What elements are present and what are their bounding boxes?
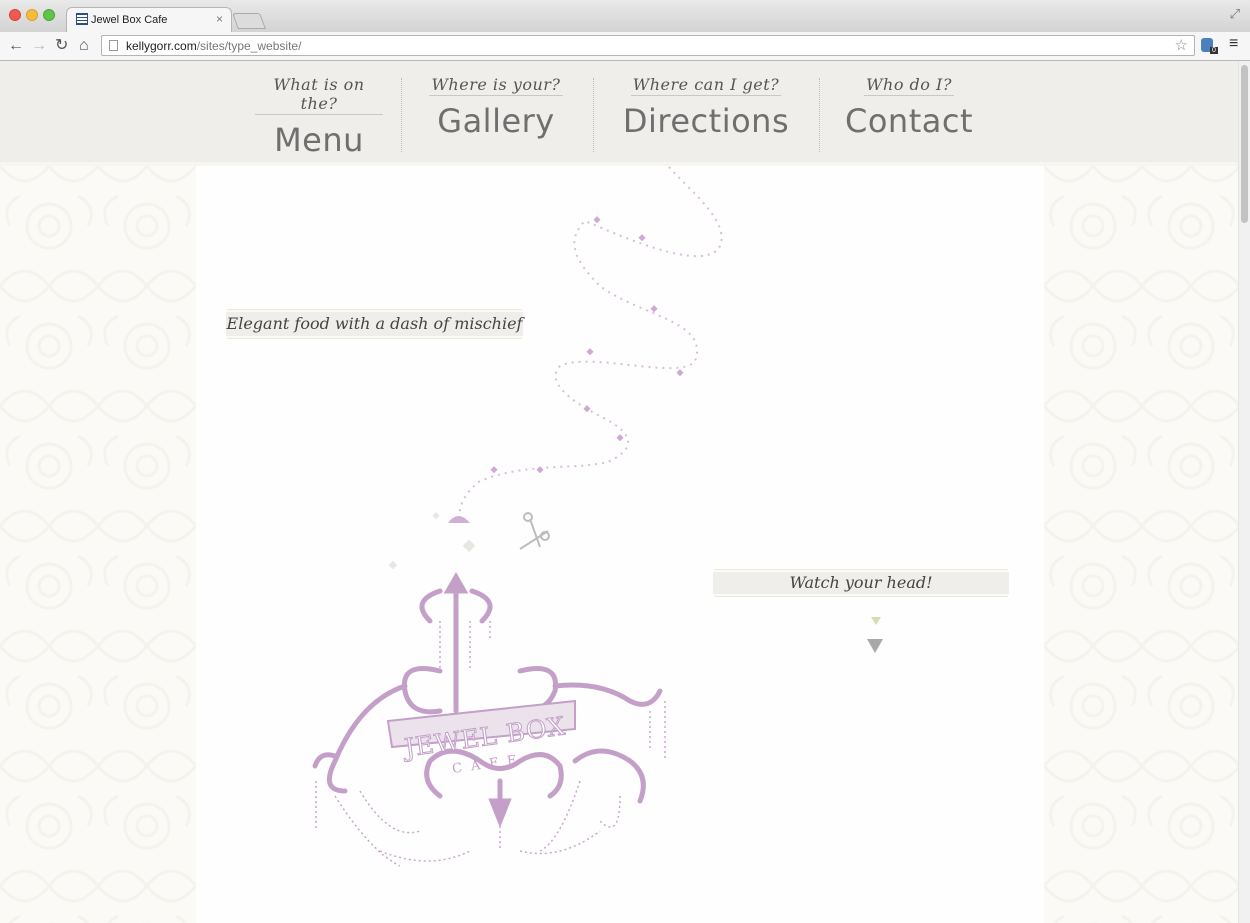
browser-toolbar: ← → ↻ ⌂ kellygorr.com/sites/type_website… (0, 32, 1250, 61)
window-minimize-button[interactable] (26, 9, 38, 21)
extension-badge: 0 (1210, 47, 1218, 54)
tab-title: Jewel Box Cafe (91, 14, 168, 26)
chevron-down-icon[interactable] (867, 639, 883, 653)
tab-close-icon[interactable]: × (216, 12, 223, 26)
scissors-icon (519, 512, 550, 550)
favicon-icon (76, 13, 88, 25)
page-icon (109, 40, 118, 51)
window-maximize-button[interactable] (43, 9, 55, 21)
watch-your-head-label: Watch your head! (713, 572, 1009, 594)
page-scrollbar[interactable] (1238, 61, 1250, 923)
tagline: Elegant food with a dash of mischief (226, 312, 523, 336)
decorative-illustration: JEWEL BOX CAFE (312, 166, 723, 867)
dotted-string (457, 166, 723, 520)
url-domain: kellygorr.com (126, 39, 197, 53)
reload-icon[interactable]: ↻ (55, 36, 68, 56)
page-viewport: What is on the? Menu Where is your? Gall… (0, 61, 1238, 923)
address-bar[interactable]: kellygorr.com/sites/type_website/ ☆ (101, 35, 1195, 56)
fullscreen-icon[interactable]: ⤢ (1230, 6, 1240, 22)
back-arrow-icon[interactable]: ← (8, 36, 24, 56)
new-tab-button[interactable] (232, 13, 266, 29)
browser-tab-active[interactable]: Jewel Box Cafe × (66, 7, 232, 32)
chevron-down-icon-small (871, 617, 881, 625)
bookmark-star-icon[interactable]: ☆ (1175, 36, 1188, 54)
chandelier-name-banner: JEWEL BOX CAFE (386, 699, 576, 777)
browser-menu-icon[interactable]: ≡ (1229, 35, 1238, 53)
url-path: /sites/type_website/ (196, 39, 302, 53)
cut-ribbon-end (448, 516, 470, 523)
scrollbar-thumb[interactable] (1241, 65, 1248, 223)
forward-arrow-icon[interactable]: → (31, 36, 47, 56)
jewel-box-chandelier-logo (312, 571, 663, 828)
window-close-button[interactable] (9, 9, 21, 21)
url-text[interactable]: kellygorr.com/sites/type_website/ (126, 39, 301, 53)
logo-sub-text: CAFE (451, 752, 526, 777)
browser-tab-bar: Jewel Box Cafe × ⤢ (0, 0, 1250, 32)
string-beads (490, 216, 684, 474)
home-icon[interactable]: ⌂ (79, 36, 89, 56)
